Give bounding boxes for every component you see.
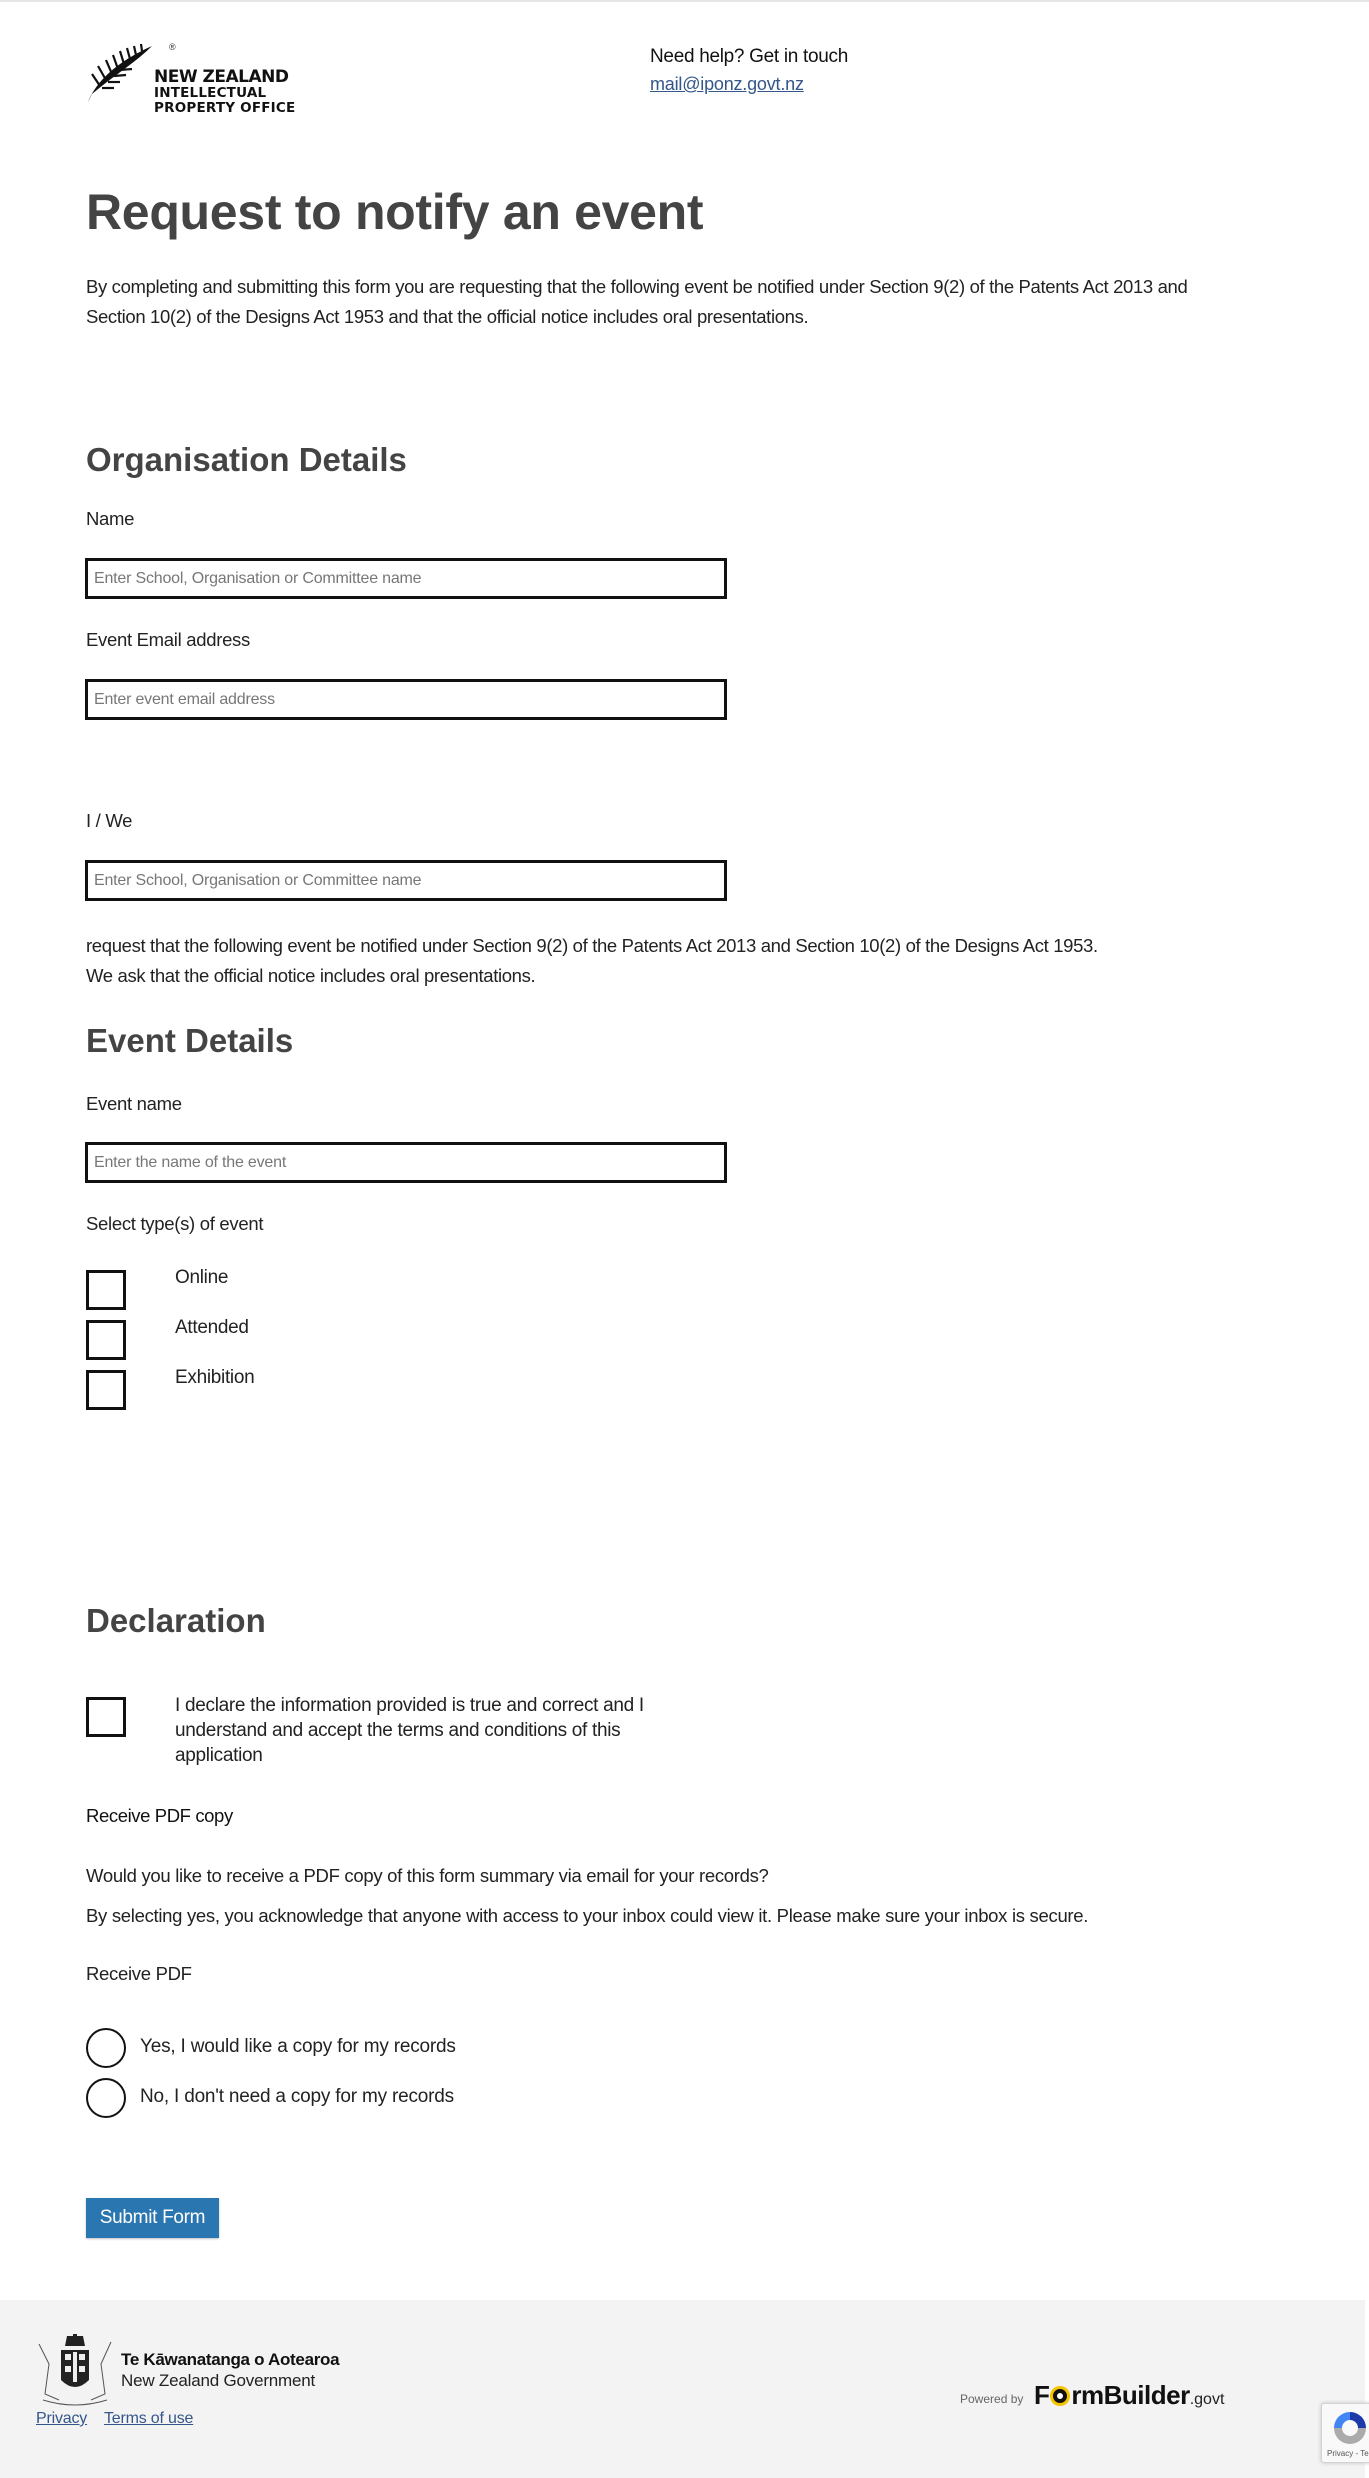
event-details-heading: Event Details	[86, 1022, 294, 1059]
name-label: Name	[86, 508, 135, 529]
pdf-no-label[interactable]: No, I don't need a copy for my records	[140, 2086, 454, 2108]
nz-government-title: Te Kāwanatanga o Aotearoa	[121, 2350, 340, 2369]
receive-pdf-heading: Receive PDF copy	[86, 1805, 233, 1826]
organisation-name-input[interactable]	[85, 558, 727, 599]
event-type-label: Select type(s) of event	[86, 1213, 264, 1234]
event-type-attended-label[interactable]: Attended	[175, 1317, 249, 1339]
top-border	[0, 0, 1369, 2]
pdf-yes-radio[interactable]	[86, 2028, 126, 2068]
logo-line-2: INTELLECTUAL	[154, 85, 267, 101]
receive-pdf-label: Receive PDF	[86, 1963, 192, 1984]
event-name-input[interactable]	[85, 1142, 727, 1183]
event-email-input[interactable]	[85, 679, 727, 720]
i-we-input[interactable]	[85, 860, 727, 901]
formbuilder-logo-suffix: .govt	[1189, 2391, 1225, 2408]
pdf-no-radio[interactable]	[86, 2078, 126, 2118]
help-email-link[interactable]: mail@iponz.govt.nz	[650, 74, 848, 95]
nz-coat-of-arms-icon	[38, 2334, 112, 2406]
help-contact: Need help? Get in touch mail@iponz.govt.…	[650, 46, 848, 95]
logo-line-1: NEW ZEALAND	[154, 67, 289, 87]
event-type-exhibition-checkbox[interactable]	[86, 1370, 126, 1410]
formbuilder-eye-icon	[1050, 2386, 1071, 2406]
request-text: request that the following event be noti…	[86, 931, 1196, 991]
recaptcha-icon	[1334, 2412, 1366, 2444]
logo-line-3: PROPERTY OFFICE	[154, 100, 296, 116]
logo-text: NEW ZEALAND INTELLECTUAL PROPERTY OFFICE	[154, 68, 295, 116]
footer-terms-link[interactable]: Terms of use	[104, 2410, 193, 2428]
i-we-label: I / We	[86, 810, 133, 831]
request-text-line-2: We ask that the official notice includes…	[86, 965, 536, 986]
nz-government-subtitle: New Zealand Government	[121, 2371, 316, 2390]
submit-form-button[interactable]: Submit Form	[86, 2198, 219, 2238]
silver-fern-icon	[88, 43, 152, 102]
footer: Te Kāwanatanga o Aotearoa New Zealand Go…	[0, 2300, 1365, 2478]
event-type-online-label[interactable]: Online	[175, 1267, 228, 1289]
declaration-heading: Declaration	[86, 1602, 266, 1639]
recaptcha-links[interactable]: Privacy - Terms	[1327, 2449, 1369, 2458]
formbuilder-logo[interactable]: FrmBuilder.govt	[1034, 2380, 1224, 2411]
help-title: Need help? Get in touch	[650, 46, 849, 67]
event-email-label: Event Email address	[86, 629, 250, 650]
organisation-details-heading: Organisation Details	[86, 441, 407, 478]
formbuilder-logo-f: F	[1034, 2380, 1050, 2410]
request-text-line-1: request that the following event be noti…	[86, 935, 1098, 956]
formbuilder-logo-text: rmBuilder	[1071, 2380, 1190, 2410]
page-title: Request to notify an event	[86, 184, 704, 240]
intro-text: By completing and submitting this form y…	[86, 276, 1188, 327]
event-type-attended-checkbox[interactable]	[86, 1320, 126, 1360]
event-type-exhibition-label[interactable]: Exhibition	[175, 1367, 255, 1389]
pdf-yes-label[interactable]: Yes, I would like a copy for my records	[140, 2036, 456, 2058]
iponz-logo[interactable]: ® NEW ZEALAND INTELLECTUAL PROPERTY OFFI…	[86, 42, 306, 122]
declaration-label[interactable]: I declare the information provided is tr…	[175, 1693, 695, 1768]
event-type-online-checkbox[interactable]	[86, 1270, 126, 1310]
event-name-label: Event name	[86, 1093, 182, 1114]
pdf-question: Would you like to receive a PDF copy of …	[86, 1865, 769, 1886]
declaration-checkbox[interactable]	[86, 1697, 126, 1737]
pdf-security-notice: By selecting yes, you acknowledge that a…	[86, 1905, 1089, 1926]
powered-by-text: Powered by	[960, 2392, 1024, 2406]
footer-privacy-link[interactable]: Privacy	[36, 2410, 87, 2428]
recaptcha-badge[interactable]: Privacy - Terms	[1321, 2403, 1369, 2463]
trademark-symbol: ®	[169, 42, 176, 52]
